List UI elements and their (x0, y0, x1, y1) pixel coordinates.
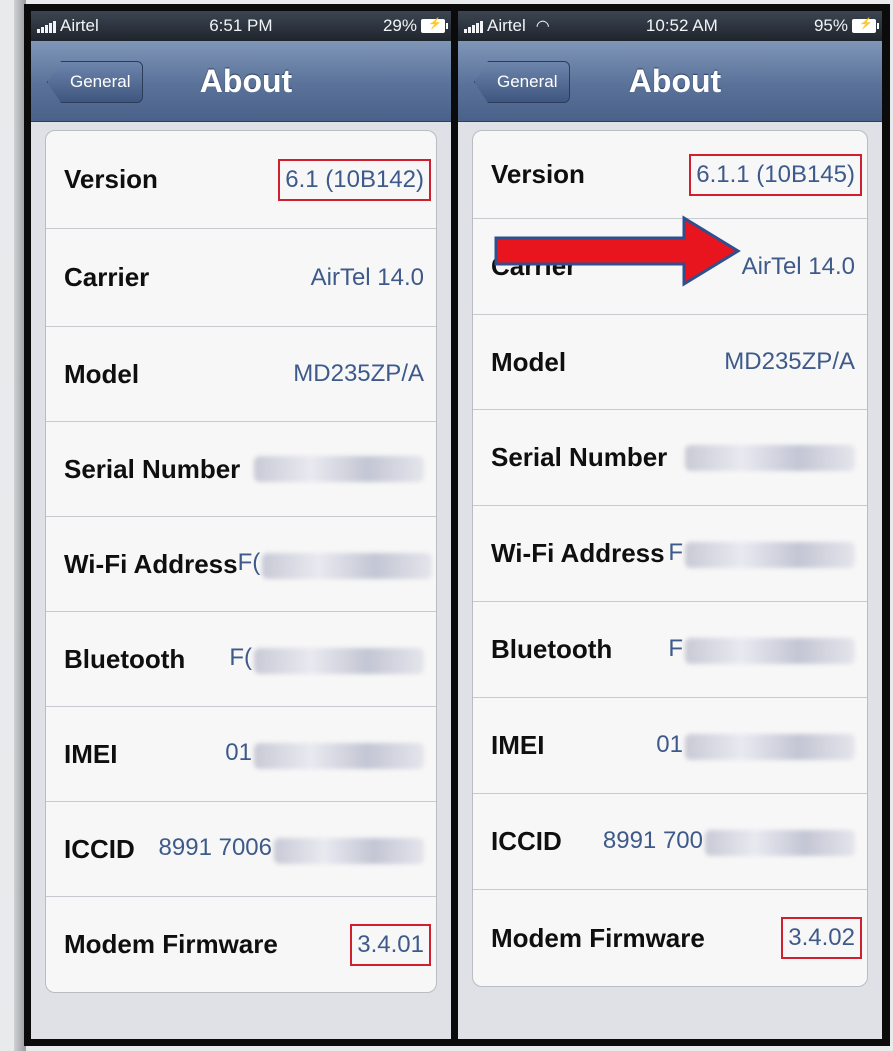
version-value: 6.1 (10B142) (278, 158, 431, 201)
signal-icon (37, 19, 56, 33)
modem-firmware-value: 3.4.01 (350, 923, 431, 966)
partial-value: F (668, 538, 683, 566)
row-imei: IMEI 01 (473, 698, 867, 794)
row-label: ICCID (64, 833, 135, 864)
carrier-value: AirTel 14.0 (310, 263, 424, 291)
comparison-frame: Airtel 6:51 PM 29% About General Version… (24, 4, 890, 1046)
row-label: Version (64, 164, 158, 194)
redacted-value (685, 638, 855, 665)
row-modem-firmware: Modem Firmware 3.4.02 (473, 890, 867, 986)
partial-value: F( (237, 549, 261, 577)
row-iccid: ICCID 8991 700 (473, 794, 867, 890)
signal-icon (464, 19, 483, 33)
row-bluetooth: Bluetooth F( (46, 612, 436, 707)
row-label: Model (64, 358, 140, 389)
row-label: Modem Firmware (64, 929, 278, 959)
row-label: Modem Firmware (491, 922, 705, 953)
row-label: Serial Number (491, 442, 668, 472)
row-carrier: Carrier AirTel 14.0 (46, 229, 436, 327)
row-imei: IMEI 01 (46, 707, 436, 802)
row-serial-number: Serial Number (473, 410, 867, 506)
row-label: Carrier (64, 262, 150, 292)
redacted-value (254, 742, 424, 769)
partial-value: 01 (656, 730, 683, 758)
phone-screen-right: Airtel ◠ 10:52 AM 95% About General Vers… (458, 11, 882, 1039)
phone-screen-left: Airtel 6:51 PM 29% About General Version… (31, 11, 451, 1039)
status-bar: Airtel ◠ 10:52 AM 95% (458, 11, 882, 41)
modem-firmware-value: 3.4.02 (781, 917, 862, 959)
redacted-value (274, 837, 424, 864)
row-version: Version 6.1.1 (10B145) (473, 131, 867, 219)
redacted-value (262, 552, 433, 579)
row-label: Model (491, 346, 567, 377)
carrier-name: Airtel (60, 16, 99, 35)
row-bluetooth: Bluetooth F (473, 602, 867, 698)
nav-bar: About General (458, 41, 882, 122)
partial-value: 8991 7006 (158, 834, 272, 862)
row-wifi-address: Wi-Fi Address F (473, 506, 867, 602)
row-wifi-address: Wi-Fi Address F( (46, 517, 436, 612)
row-model: Model MD235ZP/A (473, 315, 867, 410)
battery-percent: 29% (382, 16, 417, 35)
partial-value: 8991 700 (602, 826, 703, 854)
row-version: Version 6.1 (10B142) (46, 131, 436, 229)
row-label: Bluetooth (491, 634, 613, 664)
status-time: 10:52 AM (645, 16, 718, 35)
redacted-value (254, 456, 424, 482)
row-model: Model MD235ZP/A (46, 327, 436, 422)
model-value: MD235ZP/A (724, 348, 855, 375)
wifi-icon: ◠ (535, 18, 550, 35)
row-label: IMEI (64, 738, 118, 769)
row-label: IMEI (491, 730, 545, 760)
about-table: Version 6.1 (10B142) Carrier AirTel 14.0… (45, 130, 437, 993)
carrier-name: Airtel (487, 16, 526, 35)
battery-charging-icon (420, 17, 448, 33)
nav-bar: About General (31, 41, 451, 122)
row-serial-number: Serial Number (46, 422, 436, 517)
redacted-value (254, 647, 424, 674)
partial-value: F (668, 634, 683, 662)
row-modem-firmware: Modem Firmware 3.4.01 (46, 897, 436, 992)
partial-value: F( (229, 644, 252, 672)
row-label: Version (491, 159, 585, 189)
row-iccid: ICCID 8991 7006 (46, 802, 436, 897)
row-label: Wi-Fi Address (491, 538, 665, 568)
back-button-general[interactable]: General (47, 61, 144, 103)
battery-charging-icon (852, 17, 879, 33)
model-value: MD235ZP/A (293, 360, 424, 387)
redacted-value (685, 444, 855, 471)
status-bar: Airtel 6:51 PM 29% (31, 11, 451, 41)
partial-value: 01 (225, 739, 252, 767)
red-arrow-annotation (494, 215, 741, 287)
row-label: Bluetooth (64, 643, 186, 674)
row-label: ICCID (491, 826, 562, 856)
redacted-value (705, 830, 855, 857)
redacted-value (685, 734, 855, 761)
battery-percent: 95% (813, 16, 848, 35)
back-button-general[interactable]: General (474, 61, 571, 103)
row-label: Serial Number (64, 453, 241, 484)
redacted-value (685, 542, 855, 569)
carrier-value: AirTel 14.0 (741, 252, 855, 280)
version-value: 6.1.1 (10B145) (689, 153, 862, 196)
row-label: Wi-Fi Address (64, 548, 238, 579)
status-time: 6:51 PM (209, 16, 273, 35)
